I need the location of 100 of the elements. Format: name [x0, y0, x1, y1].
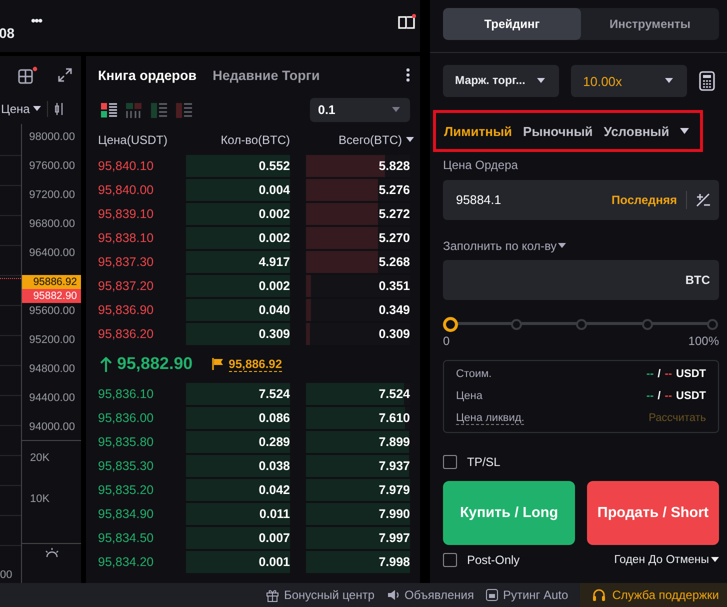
slider-step-dot[interactable]	[642, 319, 652, 330]
volume-axis-label: 20K	[30, 451, 51, 466]
order-type-tab[interactable]: Условный	[604, 124, 670, 138]
calculator-icon[interactable]	[699, 71, 715, 91]
price-input-field[interactable]: 95884.1 Последняя	[443, 180, 719, 220]
last-price-link[interactable]: Последняя	[612, 193, 677, 207]
panel-tab[interactable]: Инструменты	[581, 8, 719, 40]
axis-label: 97200.00	[29, 188, 76, 203]
caret-icon	[537, 78, 545, 84]
axis-label: 94800.00	[29, 362, 76, 377]
caret-icon	[665, 78, 673, 84]
axis-label: 94400.00	[29, 391, 76, 406]
quantity-cell: 0.040	[186, 299, 290, 321]
price-filter-dropdown[interactable]: Цена	[1, 102, 41, 116]
expand-icon[interactable]	[58, 68, 72, 82]
quantity-cell: 0.001	[186, 551, 290, 573]
gift-icon	[266, 588, 279, 602]
column-layout-icon[interactable]	[126, 102, 142, 118]
axis-label: 96400.00	[29, 246, 76, 261]
quantity-cell: 0.552	[186, 155, 290, 177]
slider-label: 100%	[688, 334, 719, 348]
total-cell: 7.997	[378, 531, 410, 545]
total-cell: 5.828	[378, 159, 410, 173]
checkbox-label: Post-Only	[467, 553, 520, 567]
caret-icon[interactable]	[680, 128, 690, 134]
leverage-dropdown[interactable]: 10.00x	[571, 65, 687, 97]
status-link[interactable]: Бонусный центр	[284, 588, 375, 602]
ask-price: 95,838.10	[98, 231, 155, 245]
orderbook-layout-icon[interactable]	[101, 102, 117, 118]
quantity-cell: 0.309	[186, 323, 290, 345]
more-button[interactable]: •••	[31, 13, 42, 28]
sun-icon[interactable]	[44, 547, 60, 557]
time-axis-label: 00	[0, 569, 12, 581]
layout-grid-icon[interactable]	[18, 66, 38, 84]
mark-price[interactable]: 95,886.92	[228, 356, 282, 372]
column-header[interactable]: Всего(BTC)	[300, 133, 414, 147]
orderbook-tab[interactable]: Книга ордеров	[98, 68, 197, 82]
plus-minus-icon[interactable]	[696, 193, 710, 207]
slider-step-dot[interactable]	[510, 319, 522, 330]
unit-text: USDT	[676, 368, 706, 380]
slider-label: 0	[443, 334, 450, 348]
quantity-cell: 0.011	[186, 503, 290, 525]
order-type-tab[interactable]: Рыночный	[523, 124, 593, 138]
volume-axis-label: 10K	[30, 492, 51, 507]
total-cell: 7.937	[378, 459, 410, 473]
bid-price: 95,834.90	[98, 507, 155, 521]
total-cell: 5.268	[378, 255, 410, 269]
total-cell: 5.272	[378, 207, 410, 221]
quantity-cell: 0.289	[186, 431, 290, 453]
flag-icon	[212, 358, 224, 370]
liquidation-price-label[interactable]: Цена ликвид.	[456, 412, 524, 424]
quantity-cell: 0.038	[186, 455, 290, 477]
total-cell: 5.276	[378, 183, 410, 197]
post-only-checkbox[interactable]	[443, 553, 457, 567]
quantity-cell: 0.002	[186, 227, 290, 249]
caret-icon[interactable]	[711, 557, 719, 563]
support-button[interactable]: Служба поддержки	[580, 583, 727, 607]
slider-step-dot[interactable]	[707, 319, 718, 330]
margin-mode-dropdown[interactable]: Марж. торг...	[443, 65, 559, 97]
quantity-input-field[interactable]: BTC	[443, 260, 719, 300]
quantity-cell: 4.917	[186, 251, 290, 273]
total-cell: 7.998	[378, 555, 410, 569]
book-icon[interactable]	[398, 14, 416, 30]
quantity-cell: 0.007	[186, 527, 290, 549]
quantity-cell: 0.042	[186, 479, 290, 501]
panel-tab[interactable]: Трейдинг	[443, 8, 581, 40]
total-cell: 7.990	[378, 507, 410, 521]
precision-dropdown[interactable]: 0.1	[310, 98, 410, 122]
axis-label: 94000.00	[29, 420, 76, 435]
bid-price: 95,835.20	[98, 483, 155, 497]
percent-slider[interactable]	[443, 316, 719, 332]
slider-thumb[interactable]	[443, 317, 458, 332]
time-in-force-dropdown[interactable]: Годен До Отмены	[614, 554, 709, 566]
tpsl-checkbox[interactable]	[443, 455, 457, 469]
headset-icon	[592, 588, 606, 602]
candlestick-icon[interactable]	[54, 102, 64, 116]
bid-price: 95,835.80	[98, 435, 155, 449]
status-link[interactable]: Объявления	[404, 588, 474, 602]
total-cell: 7.899	[378, 435, 410, 449]
separator-text: /	[658, 390, 661, 402]
bid-price: 95,835.30	[98, 459, 155, 473]
axis-label: 98000.00	[29, 130, 76, 145]
orderbook-tab[interactable]: Недавние Торги	[212, 68, 320, 82]
caret-icon[interactable]	[558, 243, 566, 249]
kebab-menu-icon[interactable]	[406, 68, 410, 82]
order-type-tab[interactable]: Лимитный	[444, 124, 512, 138]
quantity-cell: 0.002	[186, 275, 290, 297]
speaker-icon	[386, 589, 400, 601]
slider-step-dot[interactable]	[576, 319, 587, 330]
ask-price: 95,836.20	[98, 327, 155, 341]
axis-label: 95600.00	[29, 304, 76, 319]
checkbox-label: TP/SL	[467, 455, 500, 469]
total-cell: 5.270	[378, 231, 410, 245]
ask-price: 95,840.00	[98, 183, 155, 197]
status-link[interactable]: Рутинг Auto	[502, 588, 568, 602]
sell-short-button[interactable]: Продать / Short	[587, 481, 719, 545]
price-tag: 95886.92	[22, 275, 81, 289]
field-label: Цена Ордера	[443, 158, 519, 174]
field-label[interactable]: Заполнить по кол-ву	[443, 239, 557, 253]
buy-value: --	[646, 368, 654, 380]
